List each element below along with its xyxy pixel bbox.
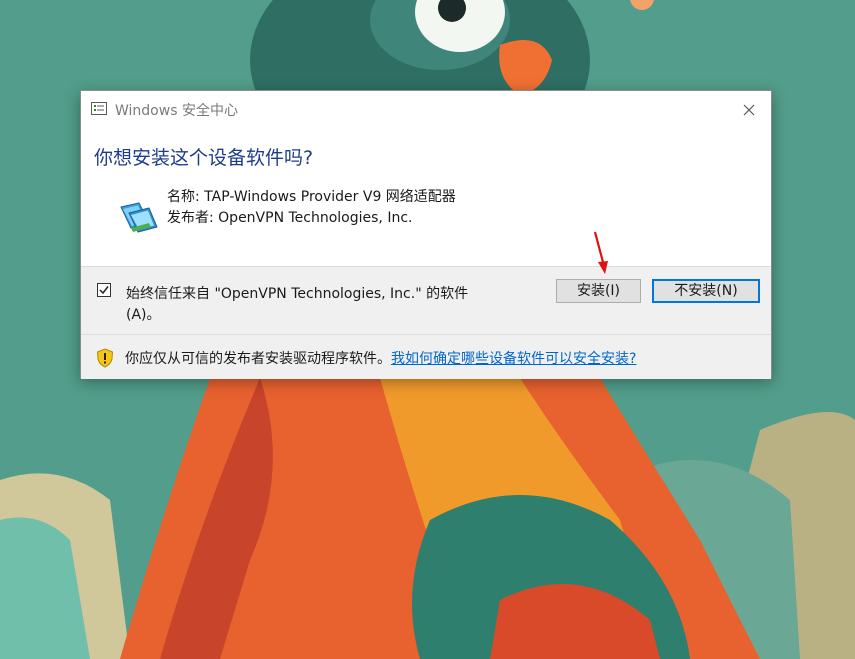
network-adapter-icon xyxy=(120,202,158,233)
close-icon xyxy=(743,104,755,116)
checkmark-icon xyxy=(99,286,109,295)
device-name: 名称: TAP-Windows Provider V9 网络适配器 xyxy=(167,189,456,205)
dialog-heading: 你想安装这个设备软件吗? xyxy=(94,147,314,169)
title-bar: Windows 安全中心 xyxy=(81,91,771,129)
window-title: Windows 安全中心 xyxy=(115,103,238,119)
device-publisher: 发布者: OpenVPN Technologies, Inc. xyxy=(167,210,413,226)
device-info: 名称: TAP-Windows Provider V9 网络适配器 发布者: O… xyxy=(167,187,456,229)
dont-install-button[interactable]: 不安装(N) xyxy=(652,279,760,303)
close-button[interactable] xyxy=(735,96,763,124)
security-center-icon xyxy=(91,102,107,115)
security-dialog: Windows 安全中心 你想安装这个设备软件吗? 名称: TAP-Window… xyxy=(80,90,772,379)
warning-shield-icon xyxy=(96,348,114,368)
footer-message: 你应仅从可信的发布者安装驱动程序软件。我如何确定哪些设备软件可以安全安装? xyxy=(125,348,636,368)
safety-help-link[interactable]: 我如何确定哪些设备软件可以安全安装? xyxy=(391,351,636,367)
always-trust-label[interactable]: 始终信任来自 "OpenVPN Technologies, Inc." 的软件(… xyxy=(126,284,486,326)
footer-text: 你应仅从可信的发布者安装驱动程序软件。 xyxy=(125,351,391,367)
always-trust-checkbox[interactable] xyxy=(97,283,111,297)
red-arrow-annotation-icon xyxy=(593,231,608,274)
install-button[interactable]: 安装(I) xyxy=(556,279,641,303)
dialog-footer: 你应仅从可信的发布者安装驱动程序软件。我如何确定哪些设备软件可以安全安装? xyxy=(81,334,771,379)
trust-panel: 始终信任来自 "OpenVPN Technologies, Inc." 的软件(… xyxy=(81,266,771,334)
